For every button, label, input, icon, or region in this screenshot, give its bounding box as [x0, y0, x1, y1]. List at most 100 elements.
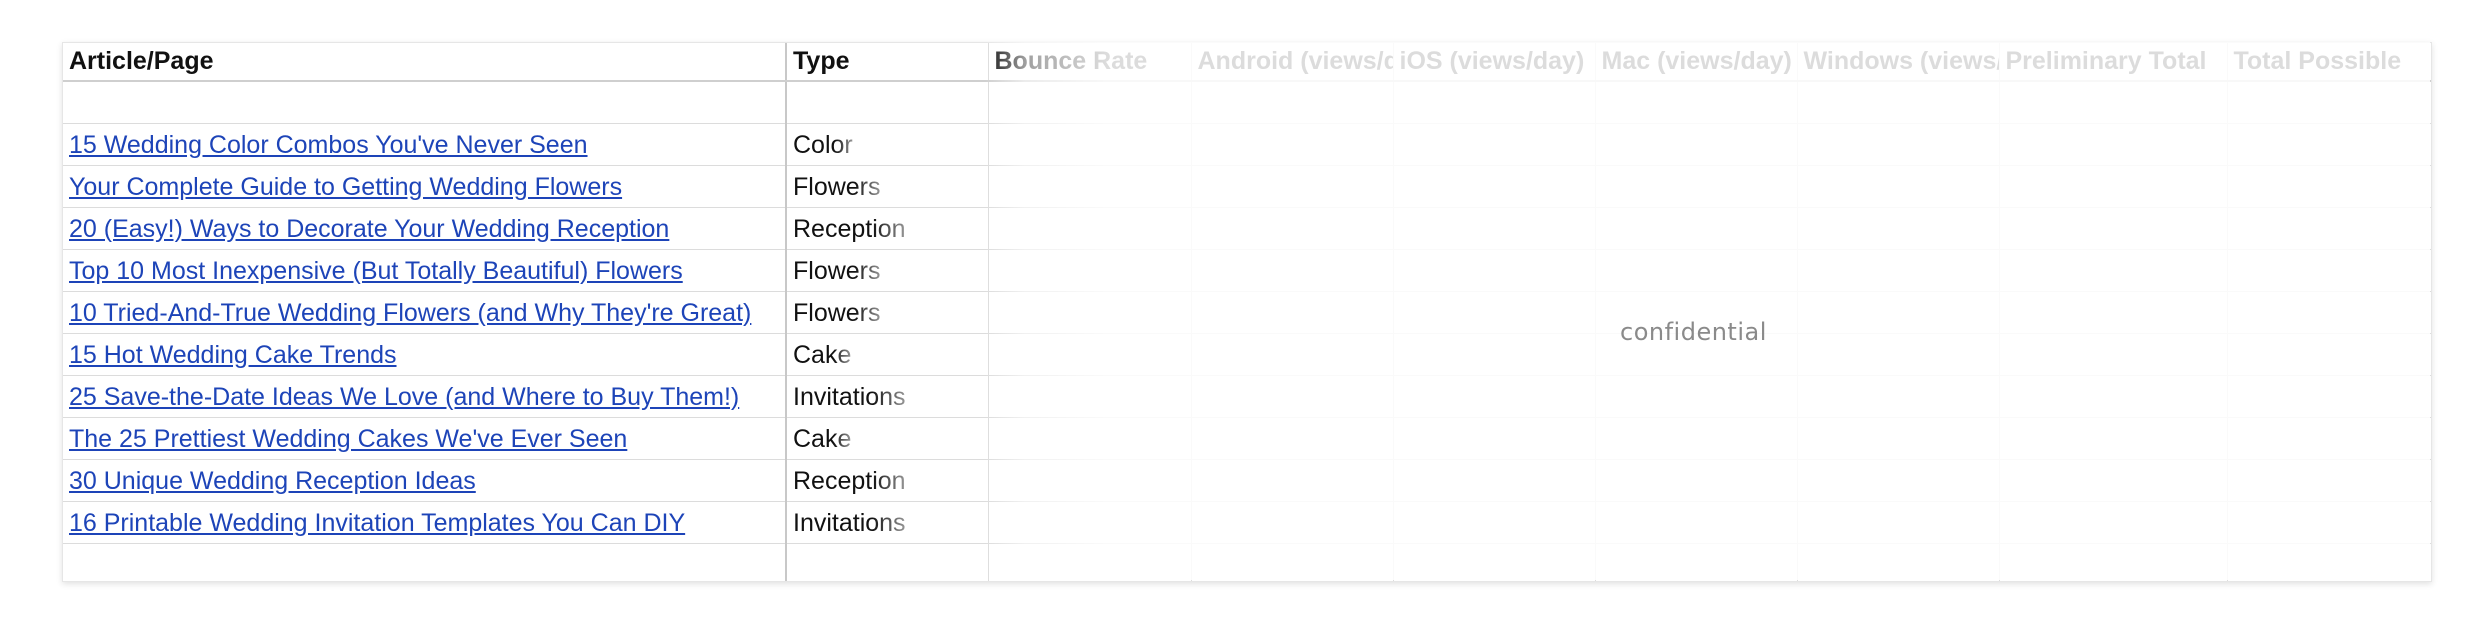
value-cell[interactable]	[1999, 417, 2228, 460]
type-cell[interactable]: Color	[786, 123, 989, 166]
value-cell[interactable]	[2227, 249, 2431, 292]
column-header-mac[interactable]: Mac (views/day)	[1595, 43, 1798, 82]
value-cell[interactable]	[988, 165, 1192, 208]
value-cell[interactable]	[1595, 417, 1798, 460]
value-cell[interactable]	[1999, 501, 2228, 544]
value-cell[interactable]	[1393, 375, 1596, 418]
article-link[interactable]: Your Complete Guide to Getting Wedding F…	[69, 173, 622, 201]
value-cell[interactable]	[1393, 165, 1596, 208]
value-cell[interactable]	[1393, 501, 1596, 544]
value-cell[interactable]	[1797, 333, 2000, 376]
total-value-cell[interactable]	[2227, 543, 2431, 581]
column-header-ios[interactable]: iOS (views/day)	[1393, 43, 1596, 82]
article-link[interactable]: 15 Hot Wedding Cake Trends	[69, 341, 397, 369]
value-cell[interactable]	[1797, 249, 2000, 292]
value-cell[interactable]	[2227, 375, 2431, 418]
value-cell[interactable]	[988, 207, 1192, 250]
value-cell[interactable]	[1595, 123, 1798, 166]
value-cell[interactable]	[1797, 123, 2000, 166]
value-cell[interactable]	[1595, 459, 1798, 502]
article-link[interactable]: 30 Unique Wedding Reception Ideas	[69, 467, 476, 495]
type-cell[interactable]: Cake	[786, 333, 989, 376]
empty-cell[interactable]	[1595, 81, 1798, 124]
value-cell[interactable]	[1191, 459, 1394, 502]
value-cell[interactable]	[1191, 123, 1394, 166]
value-cell[interactable]	[1999, 123, 2228, 166]
value-cell[interactable]	[988, 417, 1192, 460]
value-cell[interactable]	[1999, 249, 2228, 292]
value-cell[interactable]	[1797, 375, 2000, 418]
value-cell[interactable]	[1595, 165, 1798, 208]
value-cell[interactable]	[1393, 417, 1596, 460]
total-value-cell[interactable]	[988, 543, 1192, 581]
value-cell[interactable]	[1999, 207, 2228, 250]
total-value-cell[interactable]	[1393, 543, 1596, 581]
value-cell[interactable]	[1797, 165, 2000, 208]
empty-cell[interactable]	[1797, 81, 2000, 124]
total-value-cell[interactable]	[1191, 543, 1394, 581]
value-cell[interactable]	[988, 333, 1192, 376]
value-cell[interactable]	[1191, 165, 1394, 208]
type-cell[interactable]: Flowers	[786, 165, 989, 208]
column-header-android[interactable]: Android (views/d	[1191, 43, 1394, 82]
type-cell[interactable]: Flowers	[786, 291, 989, 334]
value-cell[interactable]	[1999, 375, 2228, 418]
value-cell[interactable]	[988, 459, 1192, 502]
empty-cell[interactable]	[63, 81, 787, 124]
empty-cell[interactable]	[786, 81, 989, 124]
value-cell[interactable]	[2227, 291, 2431, 334]
value-cell[interactable]	[1393, 333, 1596, 376]
value-cell[interactable]	[2227, 501, 2431, 544]
value-cell[interactable]	[1797, 417, 2000, 460]
article-link[interactable]: The 25 Prettiest Wedding Cakes We've Eve…	[69, 425, 627, 453]
column-header-type[interactable]: Type	[786, 43, 989, 82]
value-cell[interactable]	[1999, 333, 2228, 376]
value-cell[interactable]	[1797, 291, 2000, 334]
value-cell[interactable]	[2227, 207, 2431, 250]
value-cell[interactable]	[2227, 333, 2431, 376]
value-cell[interactable]	[988, 375, 1192, 418]
value-cell[interactable]	[2227, 459, 2431, 502]
value-cell[interactable]	[1595, 291, 1798, 334]
type-cell[interactable]: Flowers	[786, 249, 989, 292]
value-cell[interactable]	[1595, 249, 1798, 292]
empty-cell[interactable]	[988, 81, 1192, 124]
column-header-windows[interactable]: Windows (views/	[1797, 43, 2000, 82]
value-cell[interactable]	[1393, 123, 1596, 166]
value-cell[interactable]	[1191, 333, 1394, 376]
type-cell[interactable]: Reception	[786, 207, 989, 250]
value-cell[interactable]	[1191, 375, 1394, 418]
type-cell[interactable]: Invitations	[786, 501, 989, 544]
empty-cell[interactable]	[1999, 81, 2228, 124]
empty-cell[interactable]	[2227, 81, 2431, 124]
value-cell[interactable]	[1797, 501, 2000, 544]
empty-cell[interactable]	[1191, 81, 1394, 124]
value-cell[interactable]	[1595, 501, 1798, 544]
value-cell[interactable]	[2227, 165, 2431, 208]
value-cell[interactable]	[1393, 291, 1596, 334]
article-link[interactable]: 10 Tried-And-True Wedding Flowers (and W…	[69, 299, 751, 327]
value-cell[interactable]	[1999, 165, 2228, 208]
value-cell[interactable]	[1191, 249, 1394, 292]
value-cell[interactable]	[1191, 291, 1394, 334]
value-cell[interactable]	[1393, 249, 1596, 292]
article-link[interactable]: Top 10 Most Inexpensive (But Totally Bea…	[69, 257, 683, 285]
value-cell[interactable]	[2227, 417, 2431, 460]
value-cell[interactable]	[1595, 333, 1798, 376]
total-value-cell[interactable]	[1595, 543, 1798, 581]
column-header-bounce-rate[interactable]: Bounce Rate	[988, 43, 1192, 82]
column-header-preliminary-total[interactable]: Preliminary Total	[1999, 43, 2228, 82]
value-cell[interactable]	[1191, 501, 1394, 544]
value-cell[interactable]	[1797, 459, 2000, 502]
value-cell[interactable]	[988, 501, 1192, 544]
value-cell[interactable]	[1191, 417, 1394, 460]
type-cell[interactable]: Invitations	[786, 375, 989, 418]
article-link[interactable]: 16 Printable Wedding Invitation Template…	[69, 509, 685, 537]
value-cell[interactable]	[1191, 207, 1394, 250]
empty-cell[interactable]	[63, 543, 787, 581]
article-link[interactable]: 20 (Easy!) Ways to Decorate Your Wedding…	[69, 215, 669, 243]
value-cell[interactable]	[988, 291, 1192, 334]
empty-cell[interactable]	[786, 543, 989, 581]
type-cell[interactable]: Reception	[786, 459, 989, 502]
value-cell[interactable]	[1999, 291, 2228, 334]
